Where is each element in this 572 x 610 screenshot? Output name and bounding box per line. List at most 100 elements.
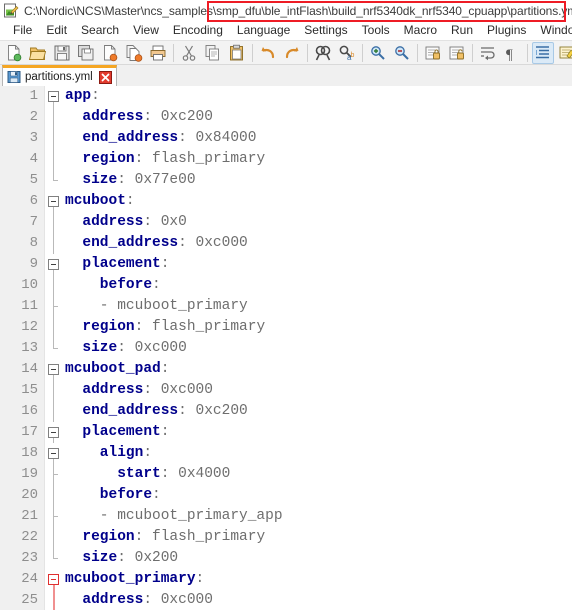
code-line[interactable]: 16 end_address: 0xc200 [0,401,572,422]
code-line[interactable]: 1 app: [0,86,572,107]
fold-margin[interactable] [45,170,62,191]
toolbar-indent-guide-button[interactable] [532,41,554,64]
fold-margin[interactable] [45,212,62,233]
fold-margin[interactable] [45,254,62,275]
code-line[interactable]: 4 region: flash_primary [0,149,572,170]
toolbar-zoom-out-button[interactable] [391,42,413,64]
close-icon[interactable] [98,70,112,84]
fold-collapse-icon[interactable] [48,196,59,207]
menu-edit[interactable]: Edit [39,22,74,39]
code-line[interactable]: 2 address: 0xc200 [0,107,572,128]
fold-collapse-icon[interactable] [48,91,59,102]
toolbar-save-button[interactable] [51,42,73,64]
toolbar-open-folder-button[interactable] [27,42,49,64]
toolbar-replace-button[interactable]: ab [336,42,358,64]
code-line[interactable]: 24 mcuboot_primary: [0,569,572,590]
code-text: address: 0xc200 [65,109,213,125]
menu-language[interactable]: Language [230,22,297,39]
fold-margin[interactable] [45,527,62,548]
toolbar-find-button[interactable] [312,42,334,64]
code-line[interactable]: 6 mcuboot: [0,191,572,212]
code-line[interactable]: 11 - mcuboot_primary [0,296,572,317]
tab-partitions-yml[interactable]: partitions.yml [2,65,117,86]
fold-margin[interactable] [45,149,62,170]
fold-collapse-icon[interactable] [48,364,59,375]
fold-margin[interactable] [45,275,62,296]
toolbar-new-file-button[interactable] [3,42,25,64]
code-line[interactable]: 10 before: [0,275,572,296]
code-line[interactable]: 7 address: 0x0 [0,212,572,233]
toolbar-user-defined-language-button[interactable] [556,42,572,64]
menu-settings[interactable]: Settings [297,22,354,39]
fold-margin[interactable] [45,128,62,149]
fold-collapse-icon-active[interactable] [48,574,59,585]
fold-collapse-icon[interactable] [48,427,59,438]
toolbar-show-all-characters-button[interactable]: ¶ [501,42,523,64]
code-line[interactable]: 8 end_address: 0xc000 [0,233,572,254]
menu-encoding[interactable]: Encoding [166,22,230,39]
fold-margin[interactable] [45,590,62,610]
fold-margin[interactable] [45,296,62,317]
code-line[interactable]: 18 align: [0,443,572,464]
toolbar-redo-button[interactable] [281,42,303,64]
code-line[interactable]: 9 placement: [0,254,572,275]
menu-run[interactable]: Run [444,22,480,39]
code-line[interactable]: 22 region: flash_primary [0,527,572,548]
code-editor[interactable]: 1 app: 2 address: 0xc200 3 end_address: 0x8… [0,86,572,610]
toolbar-sync-horizontal-scroll-button[interactable] [446,42,468,64]
code-line[interactable]: 3 end_address: 0x84000 [0,128,572,149]
fold-margin[interactable] [45,380,62,401]
fold-margin[interactable] [45,233,62,254]
code-line[interactable]: 12 region: flash_primary [0,317,572,338]
fold-margin[interactable] [45,443,62,464]
fold-margin[interactable] [45,359,62,380]
fold-margin[interactable] [45,191,62,212]
fold-margin[interactable] [45,464,62,485]
toolbar-close-all-files-button[interactable] [123,42,145,64]
code-line[interactable]: 15 address: 0xc000 [0,380,572,401]
code-line[interactable]: 23 size: 0x200 [0,548,572,569]
code-line[interactable]: 13 size: 0xc000 [0,338,572,359]
fold-margin[interactable] [45,569,62,590]
menu-macro[interactable]: Macro [397,22,444,39]
menu-view[interactable]: View [126,22,166,39]
toolbar-copy-button[interactable] [202,42,224,64]
toolbar-word-wrap-button[interactable] [477,42,499,64]
toolbar-close-file-button[interactable] [99,42,121,64]
menu-window[interactable]: Window [533,22,572,39]
fold-collapse-icon[interactable] [48,259,59,270]
code-line[interactable]: 25 address: 0xc000 [0,590,572,610]
menu-plugins[interactable]: Plugins [480,22,533,39]
fold-margin[interactable] [45,506,62,527]
toolbar-paste-button[interactable] [226,42,248,64]
code-line[interactable]: 21 - mcuboot_primary_app [0,506,572,527]
menu-search[interactable]: Search [74,22,126,39]
menu-file[interactable]: File [6,22,39,39]
save-icon [53,44,71,62]
line-number: 2 [0,107,45,128]
line-number: 8 [0,233,45,254]
fold-margin[interactable] [45,317,62,338]
toolbar-sync-vertical-scroll-button[interactable] [422,42,444,64]
toolbar-zoom-in-button[interactable] [367,42,389,64]
code-line[interactable]: 14 mcuboot_pad: [0,359,572,380]
toolbar-print-button[interactable] [147,42,169,64]
fold-collapse-icon[interactable] [48,448,59,459]
fold-margin[interactable] [45,338,62,359]
toolbar-cut-button[interactable] [178,42,200,64]
code-line[interactable]: 19 start: 0x4000 [0,464,572,485]
line-number: 18 [0,443,45,464]
toolbar-save-all-button[interactable] [75,42,97,64]
fold-margin[interactable] [45,86,62,107]
code-text: end_address: 0xc000 [65,235,248,251]
menu-tools[interactable]: Tools [355,22,397,39]
fold-margin[interactable] [45,422,62,443]
fold-margin[interactable] [45,401,62,422]
fold-margin[interactable] [45,548,62,569]
toolbar-undo-button[interactable] [257,42,279,64]
code-line[interactable]: 20 before: [0,485,572,506]
fold-margin[interactable] [45,485,62,506]
code-line[interactable]: 5 size: 0x77e00 [0,170,572,191]
fold-margin[interactable] [45,107,62,128]
code-line[interactable]: 17 placement: [0,422,572,443]
